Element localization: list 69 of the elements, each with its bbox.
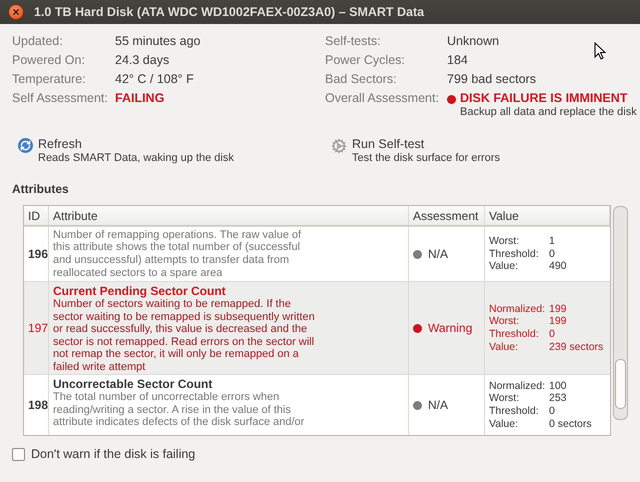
- column-header[interactable]: Value: [485, 206, 610, 226]
- info-value: Unknown: [447, 34, 500, 49]
- dont-warn-checkbox[interactable]: Don't warn if the disk is failing: [12, 447, 628, 461]
- action-button[interactable]: Refresh Reads SMART Data, waking up the disk: [12, 137, 234, 165]
- close-button[interactable]: [8, 4, 24, 20]
- info-label: Self-tests:: [325, 34, 382, 49]
- value-text: 100: [549, 380, 568, 392]
- info-label: Overall Assessment:: [325, 91, 440, 107]
- info-value: 799 bad sectors: [447, 72, 537, 87]
- value-label: Value:: [489, 418, 519, 430]
- value-text: 490: [549, 260, 567, 273]
- value-label: Worst:: [489, 392, 520, 405]
- assessment-status: N/A: [413, 247, 448, 261]
- info-label: Temperature:: [12, 72, 87, 87]
- attribute-title: Current Pending Sector Count: [53, 284, 226, 298]
- value-label: Worst:: [489, 235, 520, 248]
- window-title: 1.0 TB Hard Disk (ATA WDC WD1002FAEX-00Z3A0) – SMART Data: [34, 5, 424, 19]
- info-label: Updated:: [12, 34, 64, 49]
- gears-icon: [331, 138, 347, 154]
- info-value: 24.3 days: [115, 53, 170, 68]
- table-cell: 196: [28, 247, 48, 261]
- table-row[interactable]: [24, 281, 610, 374]
- value-text: 1: [549, 235, 556, 248]
- scrollbar[interactable]: [613, 206, 628, 420]
- table-row[interactable]: [24, 374, 610, 435]
- value-text: 253: [549, 392, 568, 405]
- info-value: FAILING: [115, 91, 166, 106]
- action-button[interactable]: Run Self-test Test the disk surface for errors: [325, 137, 500, 165]
- table-cell: 197: [28, 321, 48, 335]
- section-heading: Attributes: [12, 182, 69, 196]
- value-text: 0: [549, 405, 556, 418]
- value-label: Value:: [489, 260, 519, 273]
- info-value: 55 minutes ago: [115, 34, 202, 49]
- attribute-description: Number of remapping operations. The raw value of this attribute shows the total number of (successful and unsuccessful) attempts to transfer data from reallocated sectors to a spare area: [53, 228, 302, 280]
- info-label: Bad Sectors:: [325, 72, 398, 87]
- assessment-status: Warning: [413, 321, 472, 335]
- refresh-icon: [18, 138, 33, 153]
- value-label: Normalized:: [489, 302, 546, 316]
- value-text: 0: [549, 248, 556, 260]
- column-header[interactable]: Attribute: [49, 206, 409, 226]
- value-text: 0 sectors: [549, 418, 592, 430]
- value-label: Threshold:: [489, 248, 540, 260]
- value-text: 239 sectors: [549, 340, 604, 354]
- attribute-description: Number of sectors waiting to be remapped. If the sector waiting to be remapped is subsequently written or read successfully, this value is decreased and the sector is not remapped. Read errors on the sector will not remap the sector, it will only be remapped on a failed write attempt: [53, 298, 316, 374]
- column-header[interactable]: Assessment: [409, 206, 485, 226]
- attribute-title: Uncorrectable Sector Count: [53, 377, 212, 391]
- info-value: 184: [447, 53, 469, 68]
- info-label: Self Assessment:: [12, 91, 109, 106]
- info-value: 42° C / 108° F: [115, 72, 195, 87]
- checkbox[interactable]: [12, 448, 25, 460]
- value-text: 199: [549, 302, 568, 316]
- info-label: Power Cycles:: [325, 53, 406, 68]
- attribute-description: The total number of uncorrectable errors when reading/writing a sector. A rise in the value of this attribute indicates defects of the disk surface and/or: [53, 391, 306, 429]
- value-label: Worst:: [489, 315, 520, 328]
- info-label: Powered On:: [12, 53, 86, 68]
- assessment-status: N/A: [413, 398, 448, 412]
- close-icon: [13, 9, 19, 15]
- value-label: Normalized:: [489, 380, 546, 392]
- value-label: Value:: [489, 340, 519, 354]
- info-value: DISK FAILURE IS IMMINENT: [460, 91, 628, 106]
- column-header[interactable]: ID: [24, 206, 49, 226]
- value-label: Threshold:: [489, 328, 540, 341]
- info-note: Backup all data and replace the disk: [460, 106, 637, 119]
- mouse-cursor-icon: [594, 42, 606, 60]
- value-text: 0: [549, 328, 556, 341]
- value-label: Threshold:: [489, 405, 540, 418]
- value-text: 199: [549, 315, 568, 328]
- table-cell: 198: [28, 398, 48, 412]
- table-row[interactable]: [24, 226, 610, 281]
